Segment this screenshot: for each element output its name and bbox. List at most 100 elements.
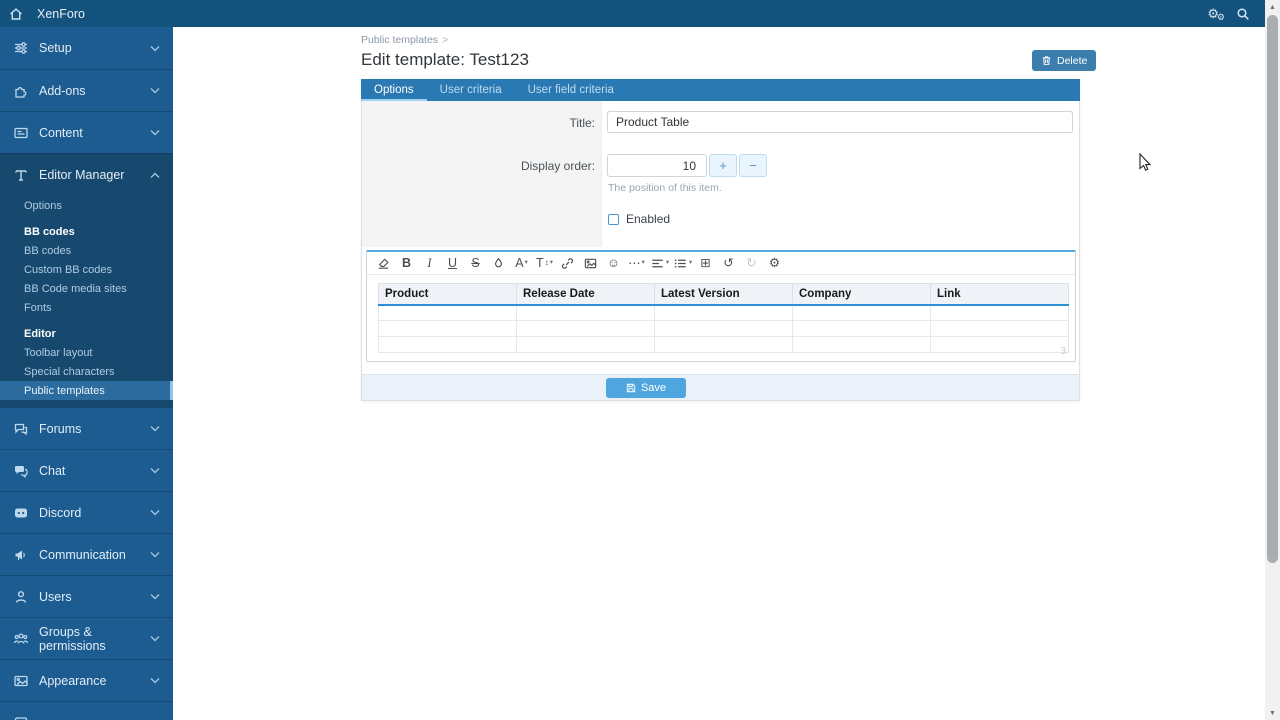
trash-icon [1041, 55, 1052, 66]
table-cell[interactable] [793, 305, 931, 321]
table-cell[interactable] [655, 337, 793, 353]
breadcrumb-public-templates[interactable]: Public templates [361, 34, 438, 46]
sidebar-subitem-bb-code-media-sites[interactable]: BB Code media sites [0, 279, 173, 298]
form-footer: Save [362, 374, 1079, 400]
table-cell[interactable] [379, 321, 517, 337]
sidebar-subitem-toolbar-layout[interactable]: Toolbar layout [0, 343, 173, 362]
tab-user-field-criteria[interactable]: User field criteria [515, 79, 627, 101]
enabled-label: Enabled [626, 212, 670, 226]
sidebar-item-content[interactable]: Content [0, 111, 173, 153]
editor-section: B I U S A▾ T↕▾ ☺ ⋯▾ [362, 247, 1079, 374]
list-icon[interactable]: ▾ [671, 253, 694, 274]
delete-button[interactable]: Delete [1032, 50, 1096, 71]
table-cell[interactable] [793, 321, 931, 337]
column-header[interactable]: Product [379, 284, 517, 305]
sidebar-item-appearance[interactable]: Appearance [0, 659, 173, 701]
sidebar-item-chat[interactable]: Chat [0, 449, 173, 491]
align-icon[interactable]: ▾ [648, 253, 671, 274]
more-options-icon[interactable]: ⋯▾ [625, 253, 648, 274]
table-cell[interactable] [517, 321, 655, 337]
sidebar-subitem-public-templates[interactable]: Public templates [0, 381, 173, 400]
table-cell[interactable] [931, 305, 1069, 321]
table-cell[interactable] [379, 305, 517, 321]
tab-options[interactable]: Options [361, 79, 427, 101]
remove-format-icon[interactable] [372, 253, 395, 274]
sidebar-subitem-special-characters[interactable]: Special characters [0, 362, 173, 381]
underline-icon[interactable]: U [441, 253, 464, 274]
sidebar-item-forums[interactable]: Forums [0, 407, 173, 449]
editor-content-area[interactable]: Product Release Date Latest Version Comp… [367, 275, 1075, 361]
title-input[interactable] [607, 111, 1073, 133]
rich-text-editor: B I U S A▾ T↕▾ ☺ ⋯▾ [366, 250, 1076, 362]
editor-manager-icon [13, 167, 29, 183]
display-order-hint: The position of this item. [608, 182, 722, 194]
sidebar-item-partial[interactable] [0, 701, 173, 720]
sidebar-section-editor: Editor [0, 325, 173, 343]
table-cell[interactable] [931, 321, 1069, 337]
italic-icon[interactable]: I [418, 253, 441, 274]
insert-table-icon[interactable]: ⊞ [694, 253, 717, 274]
sidebar-item-communication[interactable]: Communication [0, 533, 173, 575]
breadcrumb-separator: > [442, 34, 448, 46]
display-order-input[interactable] [607, 154, 707, 177]
page-scrollbar[interactable]: ▲ ▼ [1265, 0, 1280, 720]
forums-icon [13, 421, 29, 437]
emoji-icon[interactable]: ☺ [602, 253, 625, 274]
table-cell[interactable] [655, 321, 793, 337]
table-cell[interactable] [931, 337, 1069, 353]
text-color-icon[interactable] [487, 253, 510, 274]
table-cell[interactable] [517, 337, 655, 353]
chevron-down-icon [150, 593, 160, 600]
chevron-down-icon [150, 425, 160, 432]
column-header[interactable]: Latest Version [655, 284, 793, 305]
scrollbar-thumb[interactable] [1267, 15, 1278, 563]
home-icon[interactable] [8, 6, 24, 22]
search-icon[interactable] [1235, 6, 1251, 22]
increment-button[interactable]: + [709, 154, 737, 177]
sidebar-subitem-bb-codes[interactable]: BB codes [0, 241, 173, 260]
table-cell[interactable] [517, 305, 655, 321]
dropdown-caret: ▾ [550, 260, 553, 267]
sidebar-subitem-fonts[interactable]: Fonts [0, 298, 173, 317]
insert-image-icon[interactable] [579, 253, 602, 274]
sidebar-item-setup[interactable]: Setup [0, 27, 173, 69]
table-row [379, 305, 1069, 321]
strikethrough-icon[interactable]: S [464, 253, 487, 274]
save-button[interactable]: Save [606, 378, 686, 398]
editor-settings-icon[interactable]: ⚙ [763, 253, 786, 274]
scroll-up-arrow-icon[interactable]: ▲ [1265, 0, 1280, 14]
tab-user-criteria[interactable]: User criteria [427, 79, 515, 101]
table-cell[interactable] [655, 305, 793, 321]
breadcrumb: Public templates > [361, 34, 448, 46]
sidebar-subitem-options[interactable]: Options [0, 196, 173, 215]
enabled-row: Enabled [608, 212, 670, 226]
font-color-icon[interactable]: A▾ [510, 253, 533, 274]
generic-icon [13, 715, 29, 720]
bold-icon[interactable]: B [395, 253, 418, 274]
column-header[interactable]: Release Date [517, 284, 655, 305]
sidebar-item-groups-permissions[interactable]: Groups & permissions [0, 617, 173, 659]
decrement-button[interactable]: − [739, 154, 767, 177]
topbar-actions: ⚙⚙ [1207, 6, 1251, 22]
column-header[interactable]: Link [931, 284, 1069, 305]
admin-gears-icon[interactable]: ⚙⚙ [1207, 7, 1219, 20]
column-header[interactable]: Company [793, 284, 931, 305]
sidebar-item-editor-manager[interactable]: Editor Manager [0, 154, 173, 196]
editor-toolbar: B I U S A▾ T↕▾ ☺ ⋯▾ [367, 252, 1075, 275]
chevron-down-icon [150, 129, 160, 136]
app-title[interactable]: XenForo [37, 7, 85, 21]
insert-link-icon[interactable] [556, 253, 579, 274]
table-cell[interactable] [379, 337, 517, 353]
table-cell[interactable] [793, 337, 931, 353]
table-row [379, 321, 1069, 337]
sidebar-item-discord[interactable]: Discord [0, 491, 173, 533]
font-size-icon[interactable]: T↕▾ [533, 253, 556, 274]
resize-arrows-icon: ↕ [545, 259, 549, 267]
sidebar-item-users[interactable]: Users [0, 575, 173, 617]
sidebar-item-add-ons[interactable]: Add-ons [0, 69, 173, 111]
page-title: Edit template: Test123 [361, 50, 529, 70]
enabled-checkbox[interactable] [608, 214, 619, 225]
undo-icon[interactable]: ↺ [717, 253, 740, 274]
sidebar-subitem-custom-bb-codes[interactable]: Custom BB codes [0, 260, 173, 279]
scroll-down-arrow-icon[interactable]: ▼ [1265, 706, 1280, 720]
